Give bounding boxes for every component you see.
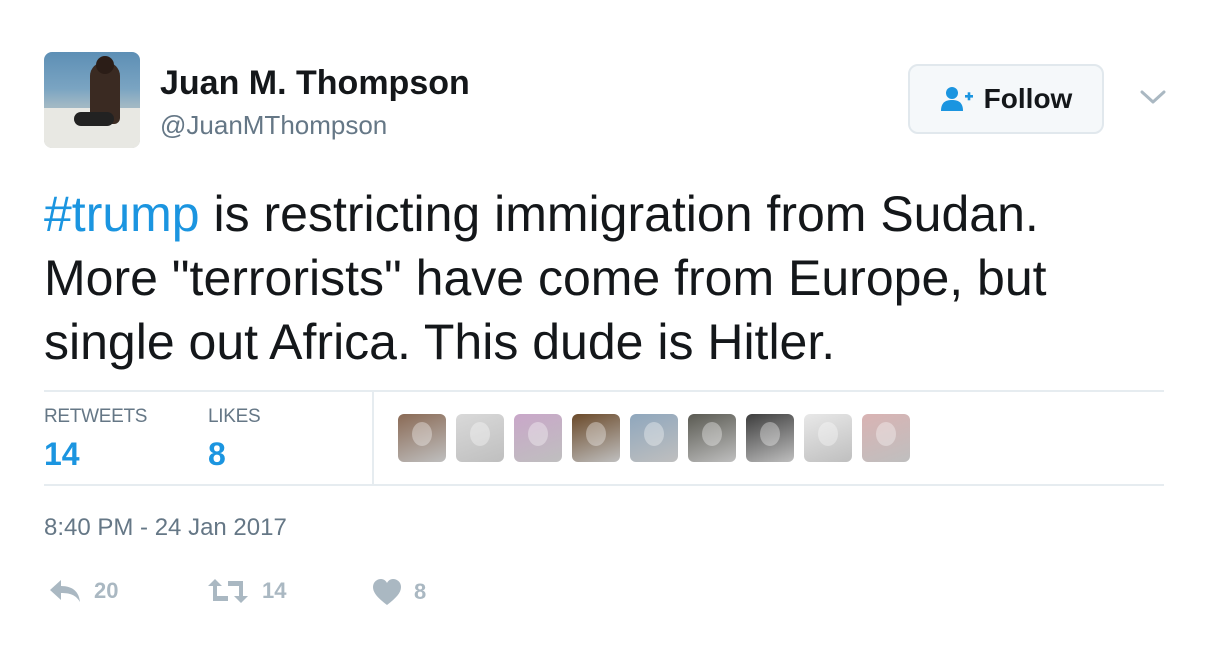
liker-face-shape — [818, 422, 838, 446]
chevron-down-icon[interactable] — [1138, 86, 1168, 108]
retweets-count[interactable]: 14 — [44, 436, 80, 473]
reply-button[interactable]: 20 — [48, 578, 118, 604]
likers-avatar-row — [398, 414, 910, 462]
reply-icon — [50, 580, 80, 602]
like-button[interactable]: 8 — [372, 578, 426, 606]
liker-face-shape — [702, 422, 722, 446]
heart-icon — [373, 579, 401, 605]
stats-top-divider — [44, 390, 1164, 392]
liker-face-shape — [528, 422, 548, 446]
liker-face-shape — [644, 422, 664, 446]
liker-face-shape — [586, 422, 606, 446]
liker-avatar-3[interactable] — [514, 414, 562, 462]
liker-face-shape — [412, 422, 432, 446]
add-user-icon — [940, 87, 973, 111]
reply-count: 20 — [94, 578, 119, 603]
avatar-head-shape — [96, 56, 114, 74]
stats-bottom-divider — [44, 484, 1164, 486]
likes-label: LIKES — [208, 406, 261, 427]
liker-face-shape — [470, 422, 490, 446]
likes-count[interactable]: 8 — [208, 436, 226, 473]
retweet-icon — [208, 579, 248, 603]
user-avatar[interactable] — [44, 52, 140, 148]
liker-avatar-1[interactable] — [398, 414, 446, 462]
liker-avatar-7[interactable] — [746, 414, 794, 462]
follow-button[interactable]: Follow — [908, 64, 1104, 134]
user-handle[interactable]: @JuanMThompson — [160, 110, 387, 141]
stats-vertical-divider — [372, 391, 374, 484]
tweet-timestamp[interactable]: 8:40 PM - 24 Jan 2017 — [44, 514, 287, 542]
liker-avatar-6[interactable] — [688, 414, 736, 462]
retweets-label: RETWEETS — [44, 406, 148, 427]
retweet-button[interactable]: 14 — [206, 578, 286, 604]
display-name[interactable]: Juan M. Thompson — [160, 64, 470, 103]
liker-face-shape — [760, 422, 780, 446]
liker-face-shape — [876, 422, 896, 446]
liker-avatar-2[interactable] — [456, 414, 504, 462]
tweet-text: #trump is restricting immigration from S… — [44, 182, 1164, 374]
hashtag-link[interactable]: #trump — [44, 186, 200, 242]
liker-avatar-4[interactable] — [572, 414, 620, 462]
follow-button-label: Follow — [983, 83, 1073, 114]
retweet-count: 14 — [262, 578, 287, 603]
avatar-leg-shape — [74, 112, 114, 126]
liker-avatar-5[interactable] — [630, 414, 678, 462]
liker-avatar-9[interactable] — [862, 414, 910, 462]
like-count: 8 — [414, 579, 427, 604]
liker-avatar-8[interactable] — [804, 414, 852, 462]
